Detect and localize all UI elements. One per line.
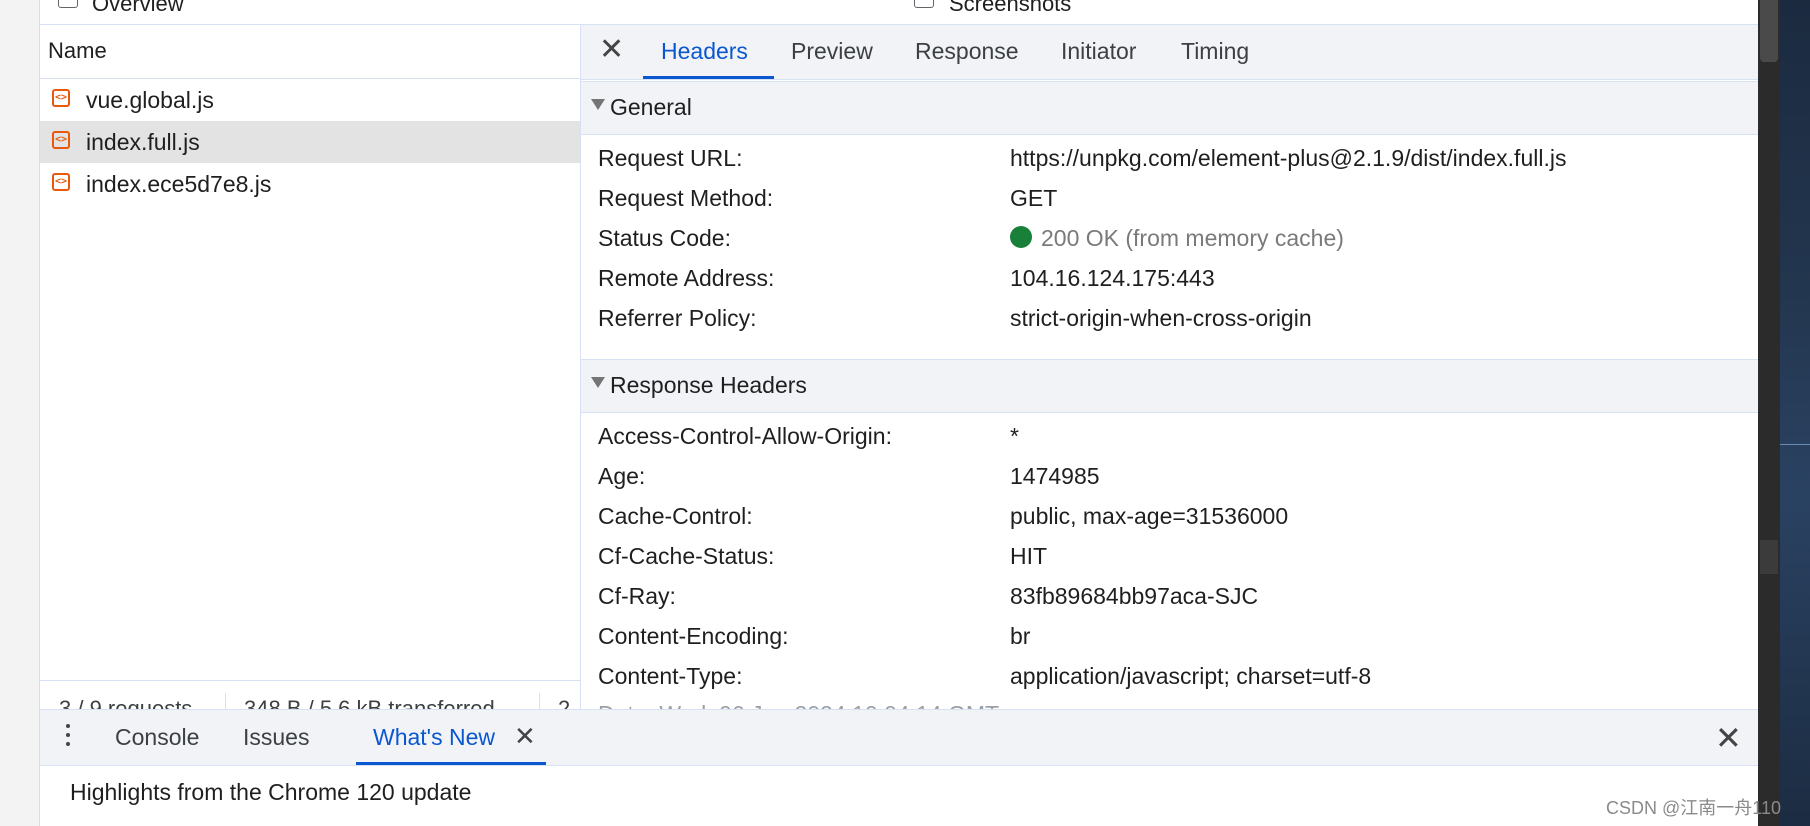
header-value: 104.16.124.175:443	[1010, 265, 1215, 291]
header-key: Access-Control-Allow-Origin:	[598, 423, 892, 449]
header-key: Referrer Policy:	[598, 305, 757, 331]
detail-tab-bar: ✕ Headers Preview Response Initiator Tim…	[581, 25, 1758, 80]
whats-new-headline: Highlights from the Chrome 120 update	[70, 779, 472, 805]
close-drawer-icon[interactable]: ✕	[1715, 719, 1742, 757]
response-headers-section-header[interactable]: Response Headers	[581, 359, 1758, 413]
request-detail-pane: ✕ Headers Preview Response Initiator Tim…	[581, 25, 1758, 709]
tab-whats-new[interactable]: What's New	[373, 724, 495, 751]
scrollbar-marker	[1760, 540, 1778, 574]
request-row[interactable]: <> vue.global.js	[40, 79, 580, 121]
header-value: https://unpkg.com/element-plus@2.1.9/dis…	[1010, 145, 1567, 171]
window-scrollbar[interactable]	[1758, 0, 1780, 826]
devtools-drawer: Console Issues What's New ✕ ✕ Highlights…	[40, 709, 1758, 826]
header-value: HIT	[1010, 543, 1048, 569]
overview-label: Overview	[92, 0, 184, 16]
header-value: *	[1010, 423, 1019, 449]
header-value: GET	[1010, 185, 1058, 211]
header-value: strict-origin-when-cross-origin	[1010, 305, 1312, 331]
tab-console[interactable]: Console	[115, 724, 199, 751]
status-code-value: 200 OK (from memory cache)	[1041, 225, 1344, 251]
active-tab-indicator	[643, 76, 774, 79]
header-key: Remote Address:	[598, 265, 775, 291]
request-name: vue.global.js	[86, 87, 214, 113]
header-key: Content-Encoding:	[598, 623, 789, 649]
request-row-selected[interactable]: <> index.full.js	[40, 121, 580, 163]
header-value: application/javascript; charset=utf-8	[1010, 663, 1372, 689]
script-file-icon: <>	[52, 173, 70, 191]
network-options-strip: Overview Screenshots	[40, 0, 1758, 25]
general-section-title: General	[610, 94, 692, 120]
request-list-pane: Name <> vue.global.js <> index.full.js <…	[40, 25, 581, 735]
header-key: Status Code:	[598, 225, 731, 251]
request-row[interactable]: <> index.ece5d7e8.js	[40, 163, 580, 205]
scrollbar-thumb[interactable]	[1760, 0, 1778, 62]
header-key: Cf-Ray:	[598, 583, 676, 609]
clipped-header-row: Date: Wed, 06 Jan 2024 10:04:14 GMT	[598, 701, 999, 709]
overview-checkbox[interactable]	[58, 0, 78, 8]
response-headers-title: Response Headers	[610, 372, 807, 398]
script-file-icon: <>	[52, 131, 70, 149]
more-options-icon[interactable]	[66, 724, 70, 750]
tab-timing[interactable]: Timing	[1181, 38, 1249, 65]
triangle-down-icon	[591, 377, 605, 388]
left-margin	[0, 0, 40, 826]
header-key: Age:	[598, 463, 646, 489]
header-value: 1474985	[1010, 463, 1100, 489]
tab-initiator[interactable]: Initiator	[1061, 38, 1136, 65]
request-name: index.full.js	[86, 129, 200, 155]
header-value: br	[1010, 623, 1031, 649]
header-key: Cf-Cache-Status:	[598, 543, 775, 569]
header-key: Content-Type:	[598, 663, 743, 689]
header-value: public, max-age=31536000	[1010, 503, 1289, 529]
status-ok-icon	[1010, 226, 1032, 248]
watermark: CSDN @江南一舟110	[1606, 798, 1781, 818]
header-key: Request Method:	[598, 185, 774, 211]
script-file-icon: <>	[52, 89, 70, 107]
header-key: Cache-Control:	[598, 503, 753, 529]
tab-preview[interactable]: Preview	[791, 38, 873, 65]
tab-headers[interactable]: Headers	[661, 38, 748, 65]
tab-response[interactable]: Response	[915, 38, 1019, 65]
screenshots-checkbox[interactable]	[914, 0, 934, 8]
header-key: Request URL:	[598, 145, 743, 171]
drawer-tab-bar: Console Issues What's New ✕ ✕	[40, 709, 1758, 766]
close-icon[interactable]: ✕	[599, 35, 624, 65]
header-value: 83fb89684bb97aca-SJC	[1010, 583, 1259, 609]
request-name: index.ece5d7e8.js	[86, 171, 272, 197]
name-column-header[interactable]: Name	[40, 25, 580, 79]
tab-issues[interactable]: Issues	[243, 724, 309, 751]
name-column-label: Name	[48, 38, 107, 63]
triangle-down-icon	[591, 99, 605, 110]
general-section-header[interactable]: General	[581, 81, 1758, 135]
wallpaper-highlight	[1780, 444, 1810, 445]
devtools-window: Overview Screenshots Name <> vue.global.…	[40, 0, 1758, 826]
active-drawer-tab-indicator	[356, 762, 546, 765]
screenshots-label: Screenshots	[949, 0, 1072, 16]
close-tab-icon[interactable]: ✕	[514, 721, 536, 752]
